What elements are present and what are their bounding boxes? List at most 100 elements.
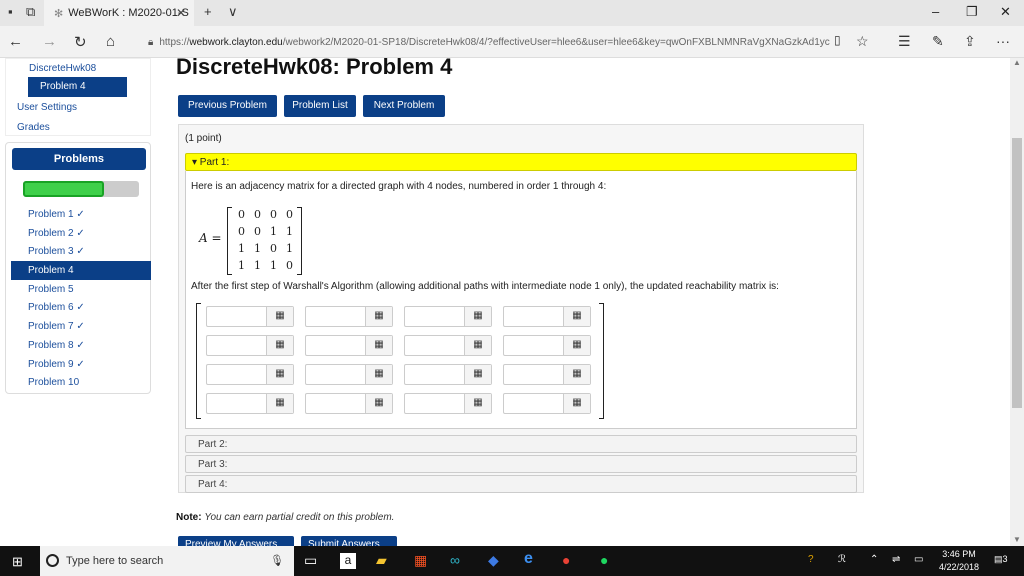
restore-icon[interactable]: ❐ [966, 4, 978, 20]
matrix-entry-grid-icon[interactable]: ▦ [464, 394, 491, 413]
refresh-icon[interactable]: ↻ [74, 33, 87, 51]
answer-input[interactable] [208, 308, 266, 325]
answer-input[interactable] [307, 395, 365, 412]
amazon-icon[interactable]: a [340, 553, 356, 569]
tab-actions-icon[interactable]: ▪ [8, 4, 13, 19]
matrix-entry-grid-icon[interactable]: ▦ [464, 365, 491, 384]
tab-preview-icon[interactable]: ⧉ [26, 4, 35, 20]
answer-input[interactable] [406, 308, 464, 325]
matrix-cell: 1 [254, 259, 261, 272]
answer-input[interactable] [505, 337, 563, 354]
scrollbar-thumb[interactable] [1012, 138, 1022, 408]
windows-start-icon[interactable]: ⊞ [12, 554, 23, 570]
share-icon[interactable]: ⇪ [964, 33, 976, 50]
answer-input[interactable] [505, 395, 563, 412]
battery-icon[interactable]: ▭ [914, 554, 923, 565]
part-1-header[interactable]: ▾ Part 1: [185, 153, 857, 171]
sidebar-problem-item[interactable]: Problem 9 ✓ [11, 355, 151, 374]
answer-input[interactable] [406, 366, 464, 383]
favorites-hub-icon[interactable]: ☰ [898, 33, 911, 50]
part-3-header[interactable]: Part 3: [185, 455, 857, 473]
matrix-entry-grid-icon[interactable]: ▦ [563, 394, 590, 413]
scroll-up-icon[interactable]: ▲ [1013, 58, 1021, 67]
chrome-icon[interactable]: ● [562, 552, 570, 568]
favorite-star-icon[interactable]: ☆ [856, 33, 869, 50]
web-note-pen-icon[interactable]: ✎ [932, 33, 944, 50]
answer-input[interactable] [307, 308, 365, 325]
new-tab-icon[interactable]: + [204, 4, 212, 19]
matrix-entry-grid-icon[interactable]: ▦ [365, 394, 392, 413]
matrix-entry-grid-icon[interactable]: ▦ [266, 365, 293, 384]
sidebar-problem-item[interactable]: Problem 1 ✓ [11, 205, 151, 224]
home-icon[interactable]: ⌂ [106, 33, 115, 50]
help-icon[interactable]: ? [808, 554, 814, 565]
page-scrollbar[interactable]: ▲ ▼ [1010, 58, 1024, 546]
tray-chevron-up-icon[interactable]: ⌃ [870, 554, 878, 565]
answer-input[interactable] [406, 337, 464, 354]
submit-answers-button[interactable]: Submit Answers [301, 536, 397, 546]
tab-list-chevron-down-icon[interactable]: ∨ [228, 4, 238, 20]
sidebar-problem-item[interactable]: Problem 2 ✓ [11, 224, 151, 243]
sidebar-set-link[interactable]: DiscreteHwk08 [29, 63, 96, 74]
scroll-down-icon[interactable]: ▼ [1013, 535, 1021, 544]
matrix-entry-grid-icon[interactable]: ▦ [563, 307, 590, 326]
back-arrow-icon[interactable]: ← [8, 33, 23, 50]
sidebar-current-problem[interactable]: Problem 4 [28, 77, 127, 97]
sidebar-grades[interactable]: Grades [17, 122, 50, 133]
part-2-header[interactable]: Part 2: [185, 435, 857, 453]
matrix-entry-grid-icon[interactable]: ▦ [365, 365, 392, 384]
forward-arrow-icon[interactable]: → [42, 33, 57, 50]
matrix-entry-grid-icon[interactable]: ▦ [464, 307, 491, 326]
network-icon[interactable]: ⇌ [892, 554, 900, 565]
close-tab-icon[interactable]: ✕ [176, 6, 186, 20]
answer-input[interactable] [208, 337, 266, 354]
answer-input[interactable] [505, 308, 563, 325]
sidebar-problem-item[interactable]: Problem 10 [11, 373, 151, 392]
matrix-entry-grid-icon[interactable]: ▦ [365, 336, 392, 355]
answer-input[interactable] [505, 366, 563, 383]
matrix-cell: 0 [254, 208, 261, 221]
edge-browser-icon[interactable]: e [524, 550, 533, 568]
people-icon[interactable]: ℛ [838, 554, 846, 565]
matrix-entry-grid-icon[interactable]: ▦ [563, 336, 590, 355]
close-window-icon[interactable]: ✕ [1000, 4, 1011, 20]
browser-tab[interactable]: ✻ WeBWorK : M2020-01-S ✕ [44, 0, 194, 26]
previous-problem-button[interactable]: Previous Problem [178, 95, 277, 117]
problem-list-button[interactable]: Problem List [284, 95, 356, 117]
task-view-icon[interactable]: ▭ [304, 552, 317, 569]
answer-input[interactable] [307, 337, 365, 354]
file-explorer-icon[interactable]: ▰ [376, 552, 387, 569]
matrix-entry-grid-icon[interactable]: ▦ [266, 307, 293, 326]
action-center-icon[interactable]: ▤3 [994, 554, 1008, 565]
taskbar-clock[interactable]: 3:46 PM 4/22/2018 [934, 548, 984, 574]
sidebar-problem-item[interactable]: Problem 4 [11, 261, 151, 280]
matrix-entry-grid-icon[interactable]: ▦ [563, 365, 590, 384]
minimize-icon[interactable]: – [932, 4, 939, 19]
answer-input[interactable] [208, 366, 266, 383]
more-options-icon[interactable]: ··· [996, 33, 1010, 49]
matrix-entry-grid-icon[interactable]: ▦ [365, 307, 392, 326]
taskbar-search-box[interactable]: Type here to search 🎙︎ [40, 546, 294, 576]
microphone-icon[interactable]: 🎙︎ [270, 554, 284, 567]
url-field[interactable]: 🔒︎ https://webwork.clayton.edu/webwork2/… [148, 32, 848, 52]
answer-input[interactable] [307, 366, 365, 383]
spotify-icon[interactable]: ● [600, 552, 608, 568]
sidebar-user-settings[interactable]: User Settings [17, 102, 77, 113]
sidebar-problem-item[interactable]: Problem 5 [11, 280, 151, 299]
infinity-app-icon[interactable]: ∞ [450, 552, 460, 568]
matrix-entry-grid-icon[interactable]: ▦ [266, 394, 293, 413]
matrix-entry-grid-icon[interactable]: ▦ [464, 336, 491, 355]
sidebar-problem-item[interactable]: Problem 7 ✓ [11, 317, 151, 336]
next-problem-button[interactable]: Next Problem [363, 95, 445, 117]
answer-input[interactable] [406, 395, 464, 412]
preview-answers-button[interactable]: Preview My Answers [178, 536, 294, 546]
matrix-entry-grid-icon[interactable]: ▦ [266, 336, 293, 355]
store-icon[interactable]: ▦ [414, 552, 427, 569]
part-4-header[interactable]: Part 4: [185, 475, 857, 493]
answer-input[interactable] [208, 395, 266, 412]
sidebar-problem-item[interactable]: Problem 3 ✓ [11, 242, 151, 261]
dropbox-icon[interactable]: ◆ [488, 552, 499, 569]
reading-view-icon[interactable]: ▯ [834, 33, 841, 47]
sidebar-problem-item[interactable]: Problem 8 ✓ [11, 336, 151, 355]
sidebar-problem-item[interactable]: Problem 6 ✓ [11, 298, 151, 317]
